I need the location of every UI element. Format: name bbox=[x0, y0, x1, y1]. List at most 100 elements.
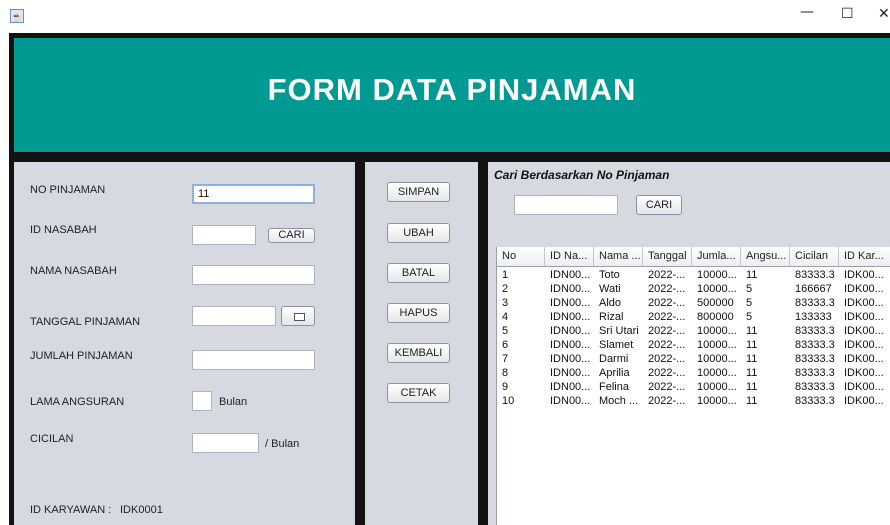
date-picker-button[interactable] bbox=[281, 306, 315, 326]
table-cell: 10000... bbox=[697, 339, 737, 351]
ubah-button[interactable]: UBAH bbox=[387, 223, 450, 243]
simpan-button[interactable]: SIMPAN bbox=[387, 182, 450, 202]
table-cell: 8 bbox=[502, 367, 509, 379]
column-header[interactable]: Angsu... bbox=[741, 247, 790, 266]
table-cell: 83333.3 bbox=[795, 353, 835, 365]
java-app-icon: ☕ bbox=[10, 9, 24, 23]
table-cell: 2022-... bbox=[648, 297, 686, 309]
table-cell: 4 bbox=[502, 311, 509, 323]
cicilan-label: CICILAN bbox=[30, 433, 74, 445]
table-cell: 83333.3 bbox=[795, 381, 835, 393]
table-cell: 5 bbox=[746, 297, 753, 309]
table-row[interactable]: 2 IDN00... Wati 2022-... 10000... 5 166667 IDK0… bbox=[497, 282, 890, 296]
kembali-button[interactable]: KEMBALI bbox=[387, 343, 450, 363]
page-title: FORM DATA PINJAMAN bbox=[267, 72, 637, 107]
table-row[interactable]: 10 IDN00... Moch ... 2022-... 10000... 11 8333… bbox=[497, 394, 890, 408]
table-cell: Slamet bbox=[599, 339, 634, 351]
table-cell: 10000... bbox=[697, 395, 737, 407]
id-karyawan-value: IDK0001 bbox=[120, 504, 163, 516]
tanggal-pinjaman-input[interactable] bbox=[192, 306, 276, 326]
table-cell: 10 bbox=[502, 395, 515, 407]
close-button[interactable]: ✕ bbox=[878, 6, 890, 22]
calendar-icon bbox=[294, 313, 305, 321]
column-header[interactable]: ID Kar... bbox=[839, 247, 890, 266]
table-cell: 2 bbox=[502, 283, 509, 295]
table-cell: IDK00... bbox=[844, 353, 884, 365]
table-cell: 83333.3 bbox=[795, 367, 835, 379]
table-cell: IDK00... bbox=[844, 311, 884, 323]
table-cell: 2022-... bbox=[648, 325, 686, 337]
table-row[interactable]: 1 IDN00... Toto 2022-... 10000... 11 83333.3 ID… bbox=[497, 268, 890, 282]
jumlah-pinjaman-input[interactable] bbox=[192, 350, 315, 370]
table-row[interactable]: 7 IDN00... Darmi 2022-... 10000... 11 83333.3 I… bbox=[497, 352, 890, 366]
table-cell: 83333.3 bbox=[795, 269, 835, 281]
table-cell: 2022-... bbox=[648, 367, 686, 379]
table-cell: 2022-... bbox=[648, 339, 686, 351]
column-header[interactable]: No bbox=[497, 247, 545, 266]
search-cari-button[interactable]: CARI bbox=[636, 195, 682, 215]
table-cell: Toto bbox=[599, 269, 620, 281]
cari-nasabah-button[interactable]: CARI bbox=[268, 228, 315, 243]
column-header[interactable]: Cicilan bbox=[790, 247, 839, 266]
table-cell: 10000... bbox=[697, 269, 737, 281]
column-header[interactable]: Jumla... bbox=[692, 247, 741, 266]
table-cell: 11 bbox=[746, 353, 758, 365]
table-cell: 11 bbox=[746, 381, 758, 393]
table-cell: 83333.3 bbox=[795, 395, 835, 407]
no-pinjaman-input[interactable]: 11 bbox=[192, 184, 315, 204]
id-nasabah-input[interactable] bbox=[192, 225, 256, 245]
table-cell: 10000... bbox=[697, 325, 737, 337]
table-cell: 5 bbox=[746, 283, 753, 295]
table-cell: 2022-... bbox=[648, 283, 686, 295]
table-cell: 500000 bbox=[697, 297, 734, 309]
hapus-button[interactable]: HAPUS bbox=[387, 303, 450, 323]
table-row[interactable]: 9 IDN00... Felina 2022-... 10000... 11 83333.3… bbox=[497, 380, 890, 394]
table-cell: IDK00... bbox=[844, 283, 884, 295]
minimize-button[interactable]: — bbox=[800, 4, 814, 20]
table-row[interactable]: 5 IDN00... Sri Utari 2022-... 10000... 11 8333… bbox=[497, 324, 890, 338]
table-row[interactable]: 8 IDN00... Aprilia 2022-... 10000... 11 83333.… bbox=[497, 366, 890, 380]
table-cell: 1 bbox=[502, 269, 509, 281]
table-cell: Aprilia bbox=[599, 367, 630, 379]
window-titlebar: ☕ — ☐ ✕ bbox=[0, 0, 890, 33]
cicilan-input[interactable] bbox=[192, 433, 259, 453]
table-cell: IDK00... bbox=[844, 325, 884, 337]
table-cell: 2022-... bbox=[648, 269, 686, 281]
table-cell: Darmi bbox=[599, 353, 629, 365]
table-cell: Moch ... bbox=[599, 395, 639, 407]
pinjaman-table[interactable]: No ID Na... Nama ... Tanggal Jumla... An… bbox=[496, 247, 890, 525]
table-row[interactable]: 3 IDN00... Aldo 2022-... 500000 5 83333.3 IDK00… bbox=[497, 296, 890, 310]
jumlah-pinjaman-label: JUMLAH PINJAMAN bbox=[30, 350, 133, 362]
search-input[interactable] bbox=[514, 195, 618, 215]
table-cell: 10000... bbox=[697, 381, 737, 393]
nama-nasabah-label: NAMA NASABAH bbox=[30, 265, 117, 277]
table-cell: IDN00... bbox=[550, 269, 591, 281]
table-cell: 7 bbox=[502, 353, 509, 365]
table-cell: IDK00... bbox=[844, 367, 884, 379]
table-cell: IDN00... bbox=[550, 367, 591, 379]
column-header[interactable]: Nama ... bbox=[594, 247, 643, 266]
search-title: Cari Berdasarkan No Pinjaman bbox=[494, 168, 670, 182]
maximize-button[interactable]: ☐ bbox=[841, 6, 854, 22]
column-header[interactable]: Tanggal bbox=[643, 247, 692, 266]
table-cell: IDK00... bbox=[844, 381, 884, 393]
table-cell: IDN00... bbox=[550, 353, 591, 365]
lama-angsuran-label: LAMA ANGSURAN bbox=[30, 396, 125, 408]
table-cell: 11 bbox=[746, 367, 758, 379]
no-pinjaman-label: NO PINJAMAN bbox=[30, 184, 106, 196]
lama-angsuran-input[interactable] bbox=[192, 391, 212, 411]
table-cell: 5 bbox=[502, 325, 509, 337]
nama-nasabah-input[interactable] bbox=[192, 265, 315, 285]
table-cell: IDN00... bbox=[550, 283, 591, 295]
form-panel bbox=[14, 162, 355, 525]
table-row[interactable]: 6 IDN00... Slamet 2022-... 10000... 11 83333.3… bbox=[497, 338, 890, 352]
batal-button[interactable]: BATAL bbox=[387, 263, 450, 283]
table-cell: IDK00... bbox=[844, 297, 884, 309]
table-cell: IDN00... bbox=[550, 339, 591, 351]
table-cell: IDN00... bbox=[550, 381, 591, 393]
table-row[interactable]: 4 IDN00... Rizal 2022-... 800000 5 133333 IDK00… bbox=[497, 310, 890, 324]
column-header[interactable]: ID Na... bbox=[545, 247, 594, 266]
cetak-button[interactable]: CETAK bbox=[387, 383, 450, 403]
table-cell: Aldo bbox=[599, 297, 622, 309]
table-cell: 2022-... bbox=[648, 311, 686, 323]
